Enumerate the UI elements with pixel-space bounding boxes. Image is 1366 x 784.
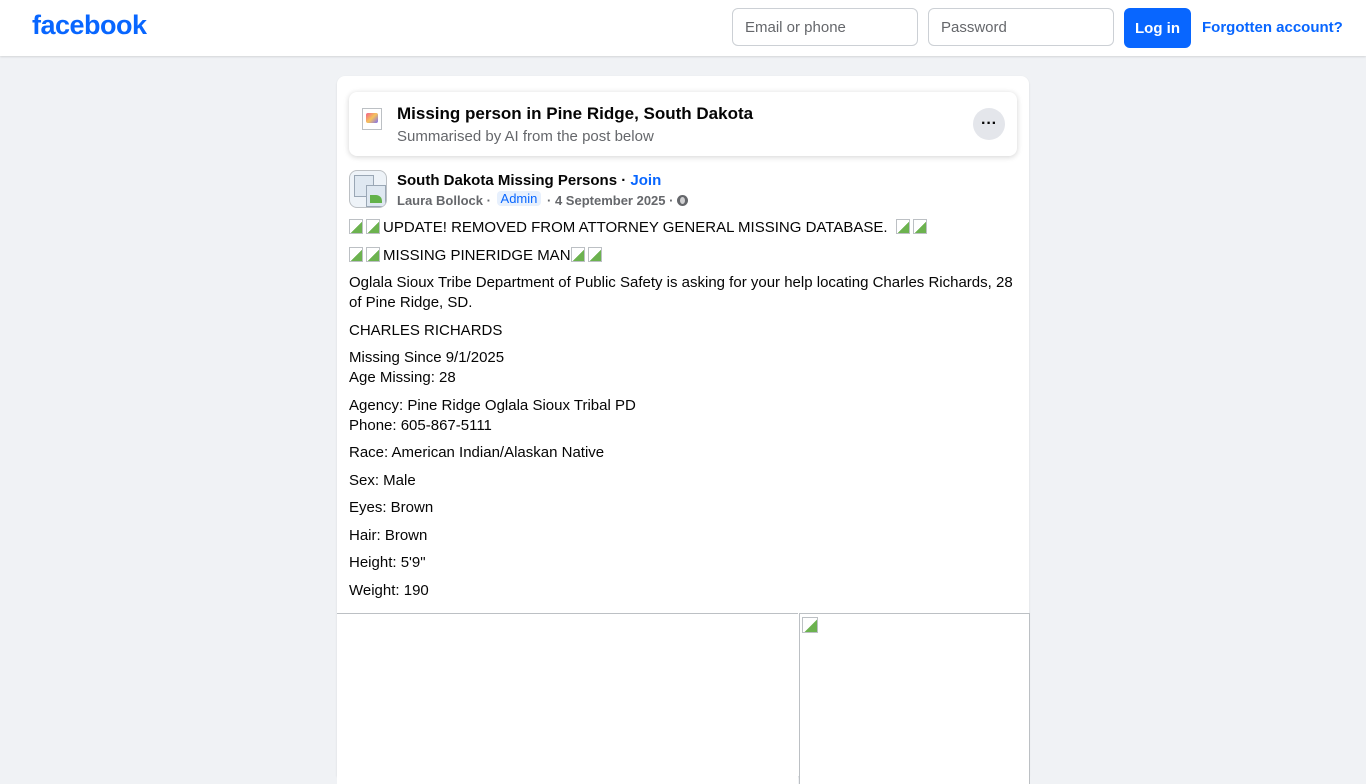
emoji-icon [349,219,363,234]
post-line-name: CHARLES RICHARDS [349,321,503,339]
emoji-icon [366,219,380,234]
emoji-icon [570,246,585,262]
post-line-missing-since: Missing Since 9/1/2025 Age Missing: 28 [349,349,505,386]
ai-summary-subtitle: Summarised by AI from the post below [397,128,654,145]
author-name[interactable]: Laura Bollock [397,193,483,208]
emoji-icon [912,219,927,234]
emoji-icon [349,246,363,262]
more-options-button[interactable]: ··· [973,108,1005,140]
post-card: Missing person in Pine Ridge, South Dako… [337,76,1030,784]
ai-summary-box[interactable]: Missing person in Pine Ridge, South Dako… [349,92,1017,156]
post-line-missing: MISSING PINERIDGE MAN [349,246,1017,266]
broken-image-icon [802,617,818,633]
post-image-left[interactable] [337,613,798,784]
post-line-sex: Sex: Male [349,471,416,489]
post-date[interactable]: 4 September 2025 [555,193,666,208]
post-line-height: Height: 5'9" [349,554,426,571]
join-link[interactable]: Join [630,172,661,189]
group-name-link[interactable]: South Dakota Missing Persons [397,172,617,189]
post-line-intro: Oglala Sioux Tribe Department of Public … [349,274,1013,311]
group-name-line: South Dakota Missing Persons · Join [397,172,661,189]
post-line-hair: Hair: Brown [349,526,428,544]
ai-summary-icon [362,108,382,130]
ai-summary-title: Missing person in Pine Ridge, South Dako… [397,104,754,123]
group-avatar[interactable] [349,170,387,208]
top-bar: facebook Log in Forgotten account? [0,0,1366,56]
password-field[interactable] [928,8,1114,46]
post-line-eyes: Eyes: Brown [349,499,434,516]
post-line-race: Race: American Indian/Alaskan Native [349,444,605,461]
forgotten-account-link[interactable]: Forgotten account? [1202,19,1343,36]
emoji-icon [587,246,602,262]
emoji-icon [895,219,910,234]
post-meta: Laura Bollock · Admin · 4 September 2025… [397,191,689,208]
post-body: UPDATE! REMOVED FROM ATTORNEY GENERAL MI… [349,218,1017,608]
login-button[interactable]: Log in [1124,8,1191,48]
post-line-agency: Agency: Pine Ridge Oglala Sioux Tribal P… [349,396,636,434]
admin-badge: Admin [496,191,542,206]
post-line-update: UPDATE! REMOVED FROM ATTORNEY GENERAL MI… [349,218,1017,238]
post-line-weight: Weight: 190 [349,581,429,599]
globe-icon [677,195,689,206]
facebook-logo[interactable]: facebook [32,10,147,41]
post-image-right[interactable] [799,613,1030,784]
join-separator: · [617,172,631,189]
emoji-icon [366,246,380,262]
email-field[interactable] [732,8,918,46]
